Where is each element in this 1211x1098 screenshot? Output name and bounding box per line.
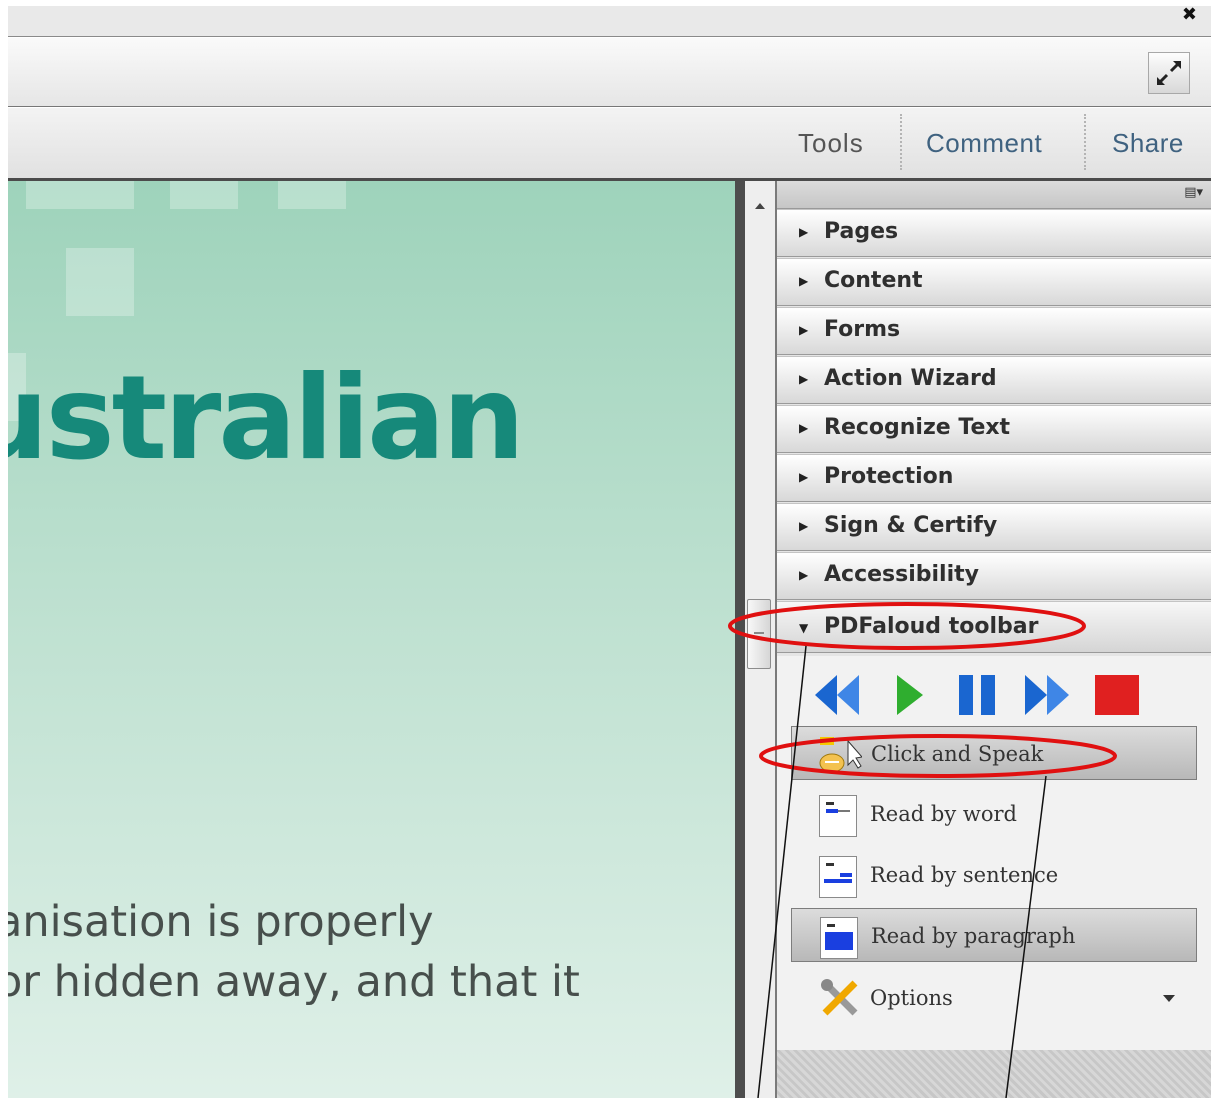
highlight-ellipse — [728, 602, 1086, 650]
pointer-line — [757, 645, 807, 1098]
annotation-overlay — [728, 602, 1117, 1098]
pointer-line — [1005, 775, 1047, 1098]
highlight-ellipse — [759, 734, 1117, 778]
